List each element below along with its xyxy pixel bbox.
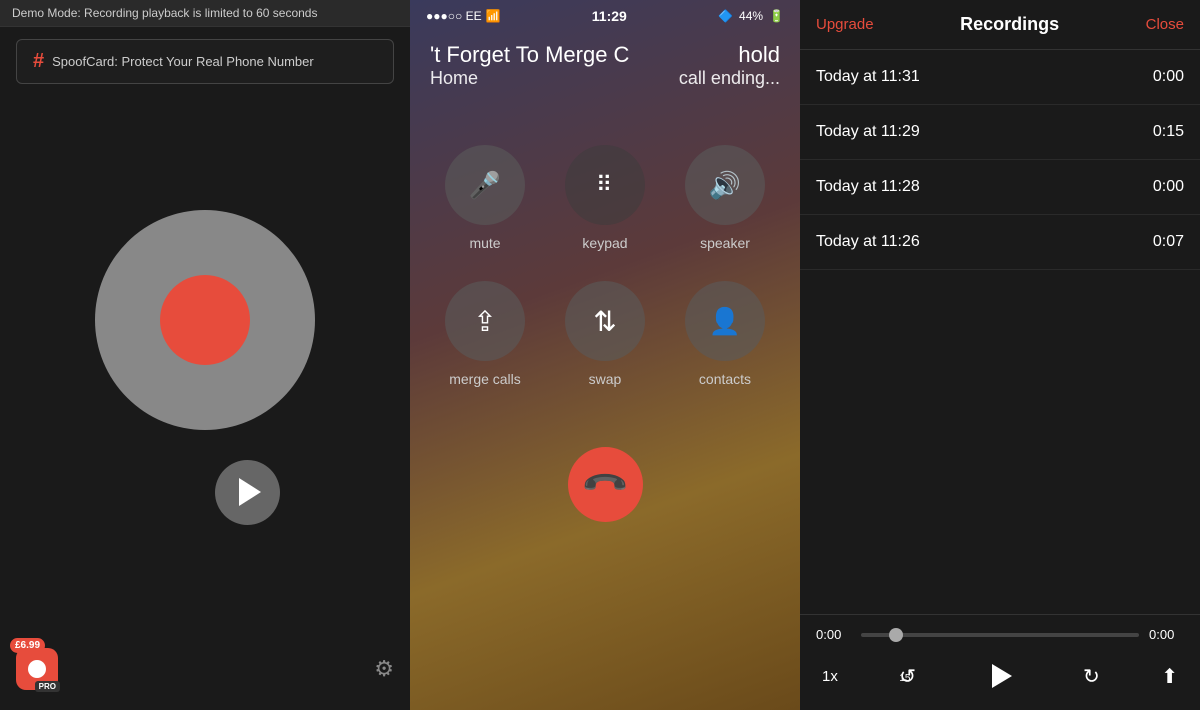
wifi-icon: 📶	[486, 9, 501, 23]
carrier-text: ●●●○○ EE	[426, 9, 482, 23]
keypad-label: keypad	[582, 235, 627, 251]
recording-item-1[interactable]: Today at 11:31 0:00	[800, 50, 1200, 105]
keypad-circle: ⠿	[565, 145, 645, 225]
spoofcard-text: SpoofCard: Protect Your Real Phone Numbe…	[52, 54, 314, 69]
playback-play-button[interactable]	[978, 654, 1022, 698]
merge-circle: ⇪	[445, 281, 525, 361]
playback-controls: 1x ↺ 15 ↻ ⬆	[816, 654, 1184, 698]
call-info: 't Forget To Merge C Home hold call endi…	[410, 32, 800, 95]
progress-thumb[interactable]	[889, 628, 903, 642]
demo-bar: Demo Mode: Recording playback is limited…	[0, 0, 410, 27]
record-dot	[160, 275, 250, 365]
recording-date-3: Today at 11:28	[816, 178, 920, 196]
battery-icon: 🔋	[769, 9, 784, 23]
pro-badge[interactable]: £6.99 PRO	[16, 648, 58, 690]
skip-forward-icon: ↻	[1083, 664, 1100, 689]
skip-forward-button[interactable]: ↻	[1083, 664, 1100, 689]
speaker-icon: 🔊	[709, 170, 741, 201]
skip-back-button[interactable]: ↺ 15	[899, 664, 916, 689]
call-buttons-grid: 🎤 mute ⠿ keypad 🔊 speaker ⇪ merge calls	[410, 95, 800, 407]
bottom-bar: £6.99 PRO ⚙	[0, 638, 410, 710]
call-ending-text: call ending...	[679, 68, 780, 89]
swap-circle: ⇅	[565, 281, 645, 361]
clock: 11:29	[592, 8, 627, 24]
play-button[interactable]	[215, 460, 280, 525]
contacts-icon: 👤	[709, 306, 741, 337]
settings-icon[interactable]: ⚙	[374, 656, 394, 682]
recording-date-4: Today at 11:26	[816, 233, 920, 251]
record-area	[95, 96, 315, 638]
recording-duration-4: 0:07	[1153, 233, 1184, 251]
hold-text: hold	[738, 42, 780, 68]
start-time: 0:00	[816, 627, 851, 642]
recordings-header: Upgrade Recordings Close	[800, 0, 1200, 50]
mute-button[interactable]: 🎤 mute	[440, 145, 530, 251]
upgrade-button[interactable]: Upgrade	[816, 16, 874, 33]
speaker-button[interactable]: 🔊 speaker	[680, 145, 770, 251]
record-button[interactable]	[95, 210, 315, 430]
call-title: 't Forget To Merge C	[430, 42, 629, 68]
recordings-list: Today at 11:31 0:00 Today at 11:29 0:15 …	[800, 50, 1200, 614]
left-panel: Demo Mode: Recording playback is limited…	[0, 0, 410, 710]
battery-info: 🔷 44% 🔋	[718, 9, 784, 23]
recordings-title: Recordings	[960, 14, 1059, 35]
merge-label: merge calls	[449, 371, 521, 387]
hash-icon: #	[33, 50, 44, 73]
mute-label: mute	[469, 235, 500, 251]
pro-label: PRO	[35, 681, 60, 692]
swap-icon: ⇅	[593, 305, 616, 338]
play-icon	[239, 478, 261, 506]
end-call-area: 📞	[410, 447, 800, 522]
share-button[interactable]: ⬆	[1161, 664, 1178, 689]
recording-item-2[interactable]: Today at 11:29 0:15	[800, 105, 1200, 160]
call-subtitle: Home	[430, 68, 629, 89]
price-badge: £6.99	[10, 638, 45, 653]
call-left-info: 't Forget To Merge C Home	[430, 42, 629, 89]
progress-track[interactable]	[861, 633, 1139, 637]
pro-dot	[28, 660, 46, 678]
spoofcard-banner[interactable]: # SpoofCard: Protect Your Real Phone Num…	[16, 39, 394, 84]
recording-date-2: Today at 11:29	[816, 123, 920, 141]
end-call-icon: 📞	[579, 459, 630, 510]
merge-calls-button[interactable]: ⇪ merge calls	[440, 281, 530, 387]
speaker-circle: 🔊	[685, 145, 765, 225]
contacts-button[interactable]: 👤 contacts	[680, 281, 770, 387]
keypad-button[interactable]: ⠿ keypad	[560, 145, 650, 251]
right-panel: Upgrade Recordings Close Today at 11:31 …	[800, 0, 1200, 710]
recording-date-1: Today at 11:31	[816, 68, 920, 86]
contacts-label: contacts	[699, 371, 751, 387]
mute-icon: 🎤	[469, 170, 501, 201]
end-call-button[interactable]: 📞	[568, 447, 643, 522]
mute-circle: 🎤	[445, 145, 525, 225]
carrier-info: ●●●○○ EE 📶	[426, 9, 501, 23]
close-button[interactable]: Close	[1146, 16, 1184, 33]
status-bar: ●●●○○ EE 📶 11:29 🔷 44% 🔋	[410, 0, 800, 32]
call-right-info: hold call ending...	[679, 42, 780, 89]
recording-item-4[interactable]: Today at 11:26 0:07	[800, 215, 1200, 270]
playback-play-icon	[992, 664, 1012, 688]
middle-panel: ●●●○○ EE 📶 11:29 🔷 44% 🔋 't Forget To Me…	[410, 0, 800, 710]
progress-row: 0:00 0:00	[816, 627, 1184, 642]
speed-label[interactable]: 1x	[822, 668, 838, 685]
demo-bar-text: Demo Mode: Recording playback is limited…	[12, 6, 317, 20]
recording-duration-2: 0:15	[1153, 123, 1184, 141]
recording-duration-1: 0:00	[1153, 68, 1184, 86]
keypad-icon: ⠿	[596, 172, 614, 198]
merge-icon: ⇪	[473, 305, 496, 338]
recording-item-3[interactable]: Today at 11:28 0:00	[800, 160, 1200, 215]
battery-level: 44%	[739, 9, 763, 23]
end-time: 0:00	[1149, 627, 1184, 642]
contacts-circle: 👤	[685, 281, 765, 361]
swap-button[interactable]: ⇅ swap	[560, 281, 650, 387]
bluetooth-icon: 🔷	[718, 9, 733, 23]
speaker-label: speaker	[700, 235, 750, 251]
skip-back-value: 15	[899, 673, 910, 684]
swap-label: swap	[589, 371, 622, 387]
playback-bar: 0:00 0:00 1x ↺ 15 ↻ ⬆	[800, 614, 1200, 710]
recording-duration-3: 0:00	[1153, 178, 1184, 196]
